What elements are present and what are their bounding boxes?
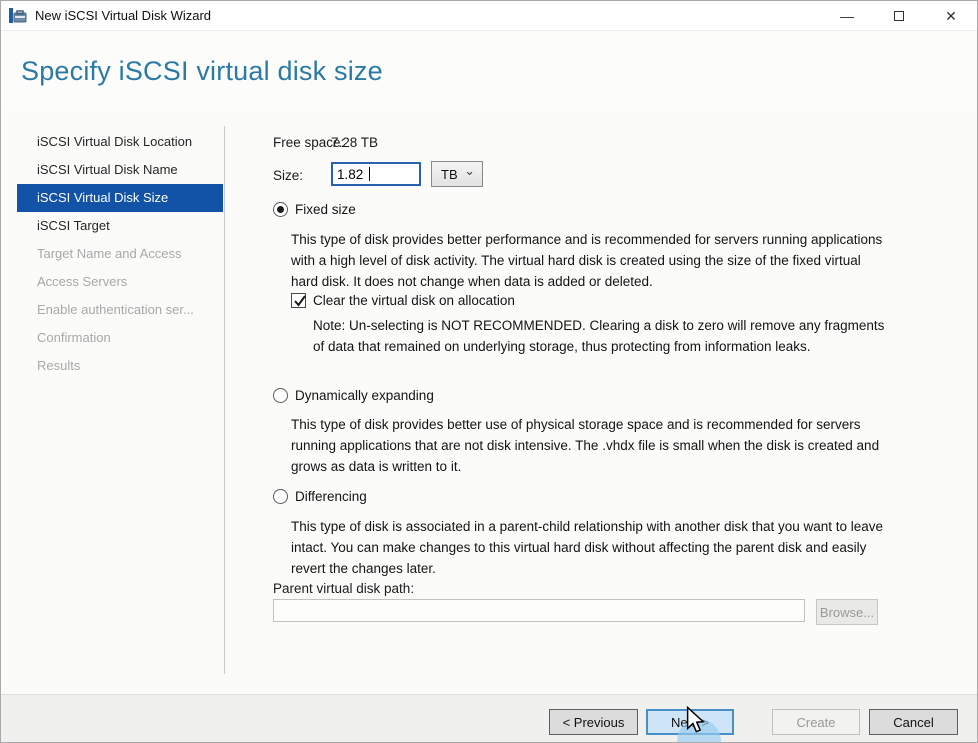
title-bar: New iSCSI Virtual Disk Wizard — ✕: [1, 1, 977, 31]
previous-button[interactable]: < Previous: [549, 709, 638, 735]
fixed-size-radio[interactable]: [273, 202, 288, 217]
clear-disk-checkbox-label: Clear the virtual disk on allocation: [313, 293, 515, 308]
differencing-radio[interactable]: [273, 489, 288, 504]
dynamically-expanding-label: Dynamically expanding: [295, 388, 434, 403]
unit-dropdown-value: TB: [441, 167, 458, 182]
unit-dropdown[interactable]: TB ⌄: [431, 161, 483, 187]
page-title: Specify iSCSI virtual disk size: [21, 56, 383, 87]
size-input-wrap: [331, 162, 421, 186]
parent-path-label: Parent virtual disk path:: [273, 581, 414, 596]
footer-bar: < Previous Next > Create Cancel: [1, 694, 977, 742]
window-title: New iSCSI Virtual Disk Wizard: [35, 8, 211, 23]
create-button[interactable]: Create: [772, 709, 860, 735]
maximize-button[interactable]: [873, 1, 925, 31]
free-space-value: 7.28 TB: [331, 135, 378, 150]
mouse-cursor-icon: [683, 706, 707, 739]
close-button[interactable]: ✕: [925, 1, 977, 31]
size-input[interactable]: [333, 164, 419, 184]
server-manager-icon: [9, 8, 27, 24]
chevron-down-icon: ⌄: [464, 163, 475, 179]
minimize-icon: —: [840, 8, 854, 24]
browse-button[interactable]: Browse...: [816, 599, 878, 625]
differencing-label: Differencing: [295, 489, 367, 504]
maximize-icon: [894, 11, 904, 21]
cancel-button[interactable]: Cancel: [869, 709, 958, 735]
clear-disk-checkbox[interactable]: [291, 293, 306, 308]
size-label: Size:: [273, 168, 303, 183]
differencing-description: This type of disk is associated in a par…: [291, 516, 891, 579]
dynamically-expanding-description: This type of disk provides better use of…: [291, 414, 891, 477]
fixed-size-label: Fixed size: [295, 202, 356, 217]
text-caret: [369, 167, 370, 181]
page-header: Specify iSCSI virtual disk size: [1, 32, 977, 110]
disk-size-pane: Free space: 7.28 TB Size: TB ⌄ Fixed siz…: [1, 111, 977, 694]
minimize-button[interactable]: —: [821, 1, 873, 31]
parent-path-input-wrap: [273, 599, 805, 622]
wizard-window: New iSCSI Virtual Disk Wizard — ✕ Specif…: [0, 0, 978, 743]
clear-disk-note: Note: Un-selecting is NOT RECOMMENDED. C…: [313, 315, 891, 357]
parent-path-input[interactable]: [274, 600, 804, 621]
close-icon: ✕: [945, 8, 957, 25]
dynamically-expanding-radio[interactable]: [273, 388, 288, 403]
fixed-size-description: This type of disk provides better perfor…: [291, 229, 891, 292]
